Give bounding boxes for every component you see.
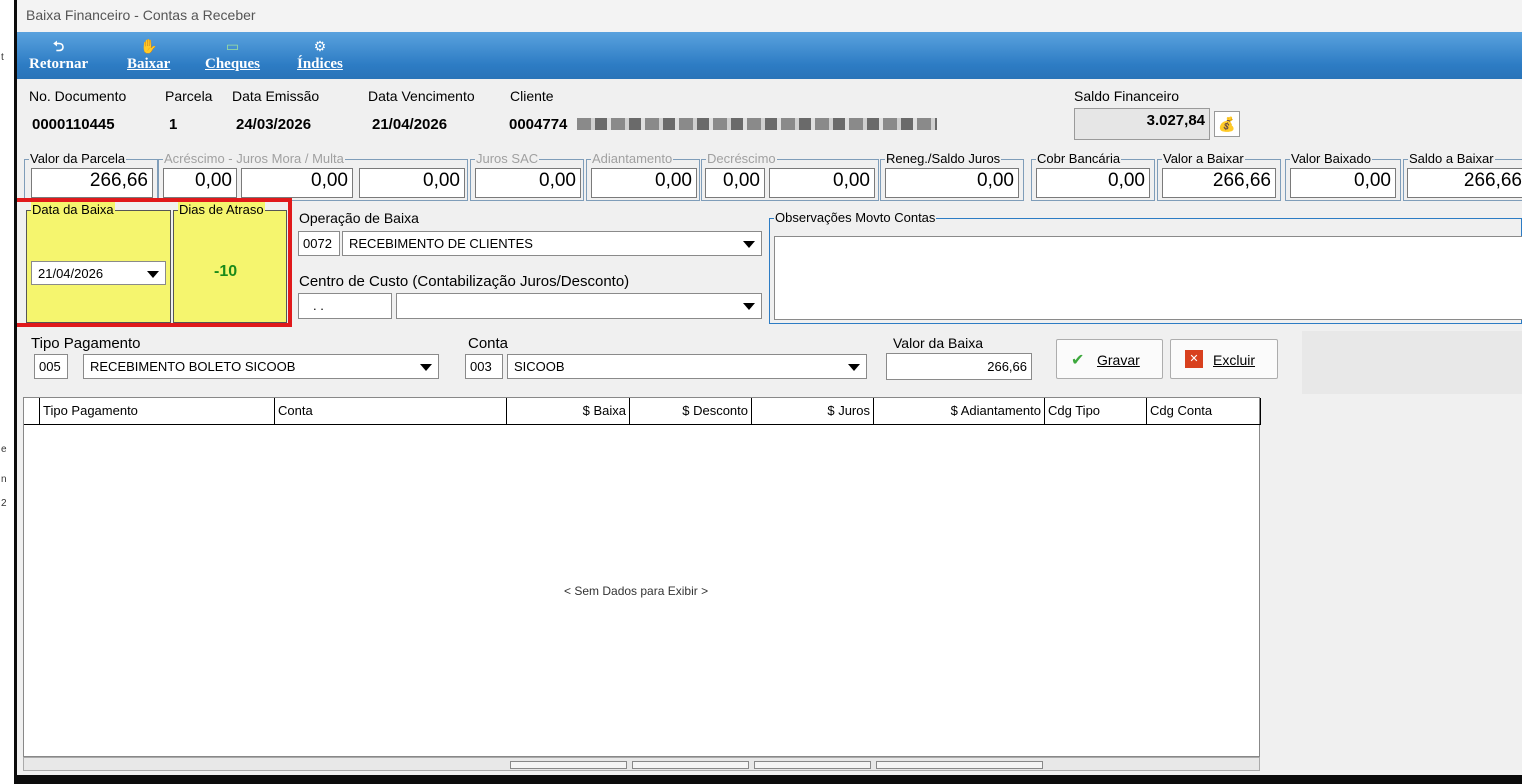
tipo-pagamento-code[interactable]: 005 xyxy=(34,354,68,379)
empty-message: < Sem Dados para Exibir > xyxy=(564,584,709,598)
acrescimo-field-1[interactable]: 0,00 xyxy=(163,168,237,198)
chevron-down-icon xyxy=(743,303,755,310)
window-title: Baixa Financeiro - Contas a Receber xyxy=(26,7,256,23)
baixa-financeiro-window: Baixa Financeiro - Contas a Receber ⮌ Re… xyxy=(17,0,1522,775)
indices-button[interactable]: ⚙ Índices xyxy=(297,38,343,73)
adiantamento-field[interactable]: 0,00 xyxy=(591,168,697,198)
baixar-button[interactable]: ✋ Baixar xyxy=(127,38,170,73)
centro-custo-code-field[interactable]: . . xyxy=(298,293,392,319)
valor-a-baixar-field[interactable]: 266,66 xyxy=(1162,168,1276,198)
grid-col-juros[interactable]: $ Juros xyxy=(752,398,874,424)
parcela-label: Parcela xyxy=(165,88,213,104)
cheques-button[interactable]: ▭ Cheques xyxy=(205,38,260,73)
checkmark-icon: ✔ xyxy=(1071,352,1085,369)
highlight-frame xyxy=(17,198,292,327)
saldo-a-baixar-group: Saldo a Baixar 266,66 xyxy=(1403,151,1522,201)
retornar-button[interactable]: ⮌ Retornar xyxy=(29,38,88,73)
grid-col-desconto[interactable]: $ Desconto xyxy=(630,398,752,424)
emissao-label: Data Emissão xyxy=(232,88,320,104)
centro-custo-select[interactable] xyxy=(396,293,762,319)
grid-col-indicator[interactable] xyxy=(24,398,40,424)
observacoes-group: Observações Movto Contas xyxy=(769,210,1522,324)
observacoes-textarea[interactable] xyxy=(774,236,1522,320)
chevron-down-icon xyxy=(743,241,755,248)
hand-coin-icon: ✋ xyxy=(139,39,158,55)
cliente-label: Cliente xyxy=(510,88,554,104)
title-bar: Baixa Financeiro - Contas a Receber xyxy=(17,0,1522,32)
emissao-value: 24/03/2026 xyxy=(236,116,312,133)
tipo-pagamento-select[interactable]: RECEBIMENTO BOLETO SICOOB xyxy=(83,354,439,379)
valor-baixa-field[interactable]: 266,66 xyxy=(886,353,1032,380)
background-window-edge: ten2 xyxy=(0,0,14,784)
vencimento-value: 21/04/2026 xyxy=(372,116,448,133)
gear-icon: ⚙ xyxy=(313,39,327,55)
parcela-value: 1 xyxy=(169,116,178,133)
centro-custo-label: Centro de Custo (Contabilização Juros/De… xyxy=(299,273,630,290)
scroll-segment xyxy=(510,761,627,769)
operacao-label: Operação de Baixa xyxy=(299,210,419,226)
grid-col-conta[interactable]: Conta xyxy=(275,398,507,424)
pagamentos-grid: Tipo Pagamento Conta $ Baixa $ Desconto … xyxy=(23,397,1261,757)
doc-label: No. Documento xyxy=(29,88,127,104)
money-bag-icon: 💰 xyxy=(1218,116,1236,132)
right-panel-area xyxy=(1302,331,1522,394)
saldo-financeiro-label: Saldo Financeiro xyxy=(1074,88,1180,104)
juros-mora-field[interactable]: 0,00 xyxy=(241,168,353,198)
reneg-field[interactable]: 0,00 xyxy=(885,168,1019,198)
doc-value: 0000110445 xyxy=(32,116,115,133)
reneg-group: Reneg./Saldo Juros 0,00 xyxy=(880,151,1024,201)
scroll-segment xyxy=(632,761,749,769)
cliente-code: 0004774 xyxy=(509,116,568,133)
cobr-bancaria-group: Cobr Bancária 0,00 xyxy=(1031,151,1155,201)
gravar-button[interactable]: ✔ Gravar xyxy=(1056,339,1163,379)
decrescimo-field-1[interactable]: 0,00 xyxy=(705,168,765,198)
delete-icon: ✕ xyxy=(1185,350,1203,368)
valor-parcela-field[interactable]: 266,66 xyxy=(31,168,153,198)
juros-sac-group: Juros SAC 0,00 xyxy=(470,151,584,201)
tipo-pagamento-label: Tipo Pagamento xyxy=(31,335,141,352)
conta-label: Conta xyxy=(468,335,509,352)
grid-col-tipo-pagamento[interactable]: Tipo Pagamento xyxy=(40,398,275,424)
cliente-name-redacted xyxy=(577,118,937,130)
chevron-down-icon xyxy=(420,364,432,371)
valor-parcela-group: Valor da Parcela 266,66 xyxy=(24,151,158,201)
excluir-button[interactable]: ✕ Excluir xyxy=(1170,339,1278,379)
valor-a-baixar-group: Valor a Baixar 266,66 xyxy=(1157,151,1281,201)
adiantamento-group: Adiantamento 0,00 xyxy=(586,151,700,201)
grid-col-cdg-conta[interactable]: Cdg Conta xyxy=(1147,398,1261,424)
acrescimo-group: Acréscimo - Juros Mora / Multa 0,00 0,00… xyxy=(158,151,468,201)
scroll-segment xyxy=(754,761,871,769)
grid-header: Tipo Pagamento Conta $ Baixa $ Desconto … xyxy=(24,398,1261,425)
decrescimo-field-2[interactable]: 0,00 xyxy=(769,168,875,198)
grid-col-baixa[interactable]: $ Baixa xyxy=(507,398,630,424)
grid-col-cdg-tipo[interactable]: Cdg Tipo xyxy=(1045,398,1147,424)
conta-code[interactable]: 003 xyxy=(465,354,503,379)
valor-baixado-group: Valor Baixado 0,00 xyxy=(1285,151,1401,201)
toolbar: ⮌ Retornar ✋ Baixar ▭ Cheques ⚙ Índices xyxy=(17,32,1522,79)
saldo-a-baixar-field[interactable]: 266,66 xyxy=(1407,168,1522,198)
operacao-select[interactable]: RECEBIMENTO DE CLIENTES xyxy=(342,231,762,256)
vencimento-label: Data Vencimento xyxy=(368,88,475,104)
horizontal-scrollbar[interactable] xyxy=(23,757,1260,771)
valor-baixa-label: Valor da Baixa xyxy=(893,335,984,351)
juros-sac-field[interactable]: 0,00 xyxy=(475,168,581,198)
chevron-down-icon xyxy=(848,364,860,371)
valor-baixado-field[interactable]: 0,00 xyxy=(1290,168,1396,198)
return-arrow-icon: ⮌ xyxy=(52,39,65,55)
money-bag-button[interactable]: 💰 xyxy=(1214,111,1240,137)
multa-field[interactable]: 0,00 xyxy=(359,168,465,198)
decrescimo-group: Decréscimo 0,00 0,00 xyxy=(701,151,879,201)
saldo-financeiro-value: 3.027,84 xyxy=(1074,108,1210,140)
cobr-bancaria-field[interactable]: 0,00 xyxy=(1036,168,1150,198)
operacao-code-field[interactable]: 0072 xyxy=(298,231,340,256)
grid-col-adiantamento[interactable]: $ Adiantamento xyxy=(874,398,1045,424)
check-icon: ▭ xyxy=(225,39,240,55)
scroll-segment xyxy=(876,761,1043,769)
conta-select[interactable]: SICOOB xyxy=(507,354,867,379)
